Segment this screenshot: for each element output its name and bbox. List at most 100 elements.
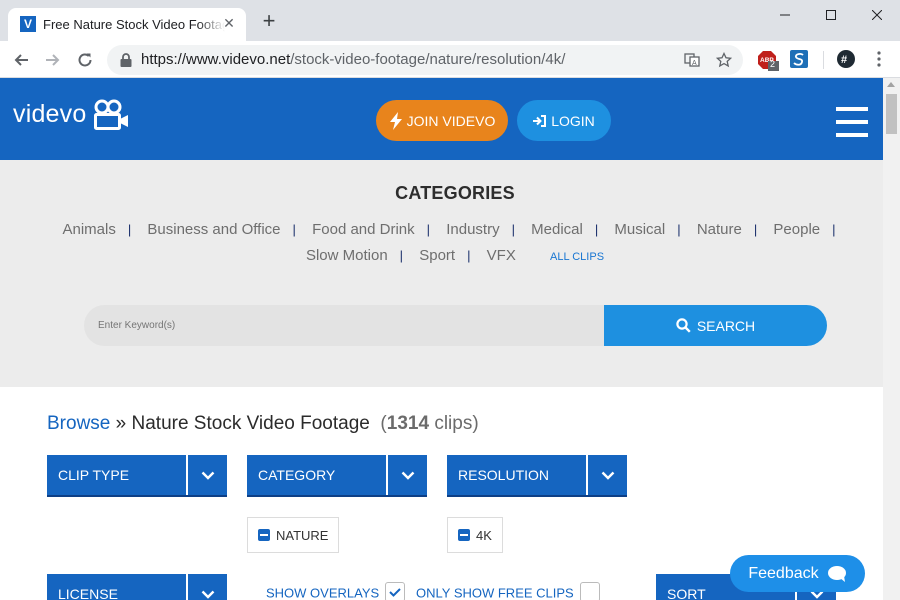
join-videvo-button[interactable]: JOIN VIDEVO [376, 100, 508, 141]
bookmark-star-icon[interactable] [714, 50, 734, 70]
clip-type-dropdown[interactable]: CLIP TYPE [47, 455, 227, 497]
url-host: https://www.videvo.net [141, 51, 291, 68]
forward-arrow-icon [46, 54, 60, 66]
breadcrumb: Browse » Nature Stock Video Footage (131… [47, 413, 479, 435]
page-scrollbar[interactable] [883, 78, 900, 600]
close-window-button[interactable] [854, 0, 900, 30]
category-link-nature[interactable]: Nature [697, 221, 742, 238]
s-extension-icon[interactable] [790, 50, 810, 70]
category-link-business[interactable]: Business and Office [147, 221, 280, 238]
category-link-food[interactable]: Food and Drink [312, 221, 415, 238]
lightning-icon [389, 111, 402, 130]
all-clips-link[interactable]: ALL CLIPS [550, 251, 604, 263]
videvo-favicon-icon: V [20, 16, 36, 32]
active-resolution-value: 4K [476, 527, 492, 543]
reload-icon [78, 53, 92, 67]
keyword-search-input[interactable] [84, 305, 604, 346]
chevron-down-icon [188, 574, 227, 600]
category-label: CATEGORY [258, 467, 336, 483]
url-path: /stock-video-footage/nature/resolution/4… [290, 51, 566, 68]
category-link-sport[interactable]: Sport [419, 247, 455, 264]
back-button[interactable] [8, 47, 34, 73]
checkmark-icon [389, 588, 401, 597]
resolution-dropdown[interactable]: RESOLUTION [447, 455, 627, 497]
only-free-clips-option[interactable]: ONLY SHOW FREE CLIPS [416, 582, 600, 600]
kebab-menu-icon[interactable] [871, 50, 891, 70]
active-filter-chip-4k[interactable]: 4K [447, 517, 503, 553]
video-camera-logo-icon [94, 99, 128, 130]
minimize-window-button[interactable] [762, 0, 808, 30]
tab-close-icon[interactable]: ✕ [220, 14, 238, 32]
scroll-thumb[interactable] [886, 94, 897, 134]
translate-icon[interactable]: A [682, 50, 702, 70]
search-button[interactable]: SEARCH [604, 305, 827, 346]
only-free-clips-checkbox[interactable] [579, 582, 600, 600]
toolbar-divider [823, 51, 824, 69]
chevron-down-icon [388, 455, 427, 495]
active-category-value: NATURE [276, 527, 329, 543]
site-header: videvo JOIN VIDEVO LOGIN [0, 78, 883, 160]
feedback-label: Feedback [748, 564, 819, 582]
url-text: https://www.videvo.net/stock-video-foota… [141, 51, 565, 68]
adblock-extension-icon[interactable]: ABP 2 [758, 50, 779, 71]
category-link-musical[interactable]: Musical [614, 221, 665, 238]
join-label: JOIN VIDEVO [406, 112, 496, 129]
feedback-button[interactable]: Feedback [730, 555, 865, 592]
clip-type-label: CLIP TYPE [58, 467, 130, 483]
breadcrumb-browse-link[interactable]: Browse [47, 413, 110, 434]
category-link-animals[interactable]: Animals [62, 221, 115, 238]
category-link-vfx[interactable]: VFX [487, 247, 516, 264]
only-free-clips-label: ONLY SHOW FREE CLIPS [416, 585, 574, 600]
login-label: LOGIN [551, 112, 595, 129]
search-label: SEARCH [696, 317, 756, 334]
maximize-window-button[interactable] [808, 0, 854, 30]
category-link-medical[interactable]: Medical [531, 221, 583, 238]
profile-avatar[interactable]: # [837, 50, 857, 70]
sign-in-icon [533, 114, 547, 127]
back-arrow-icon [14, 54, 28, 66]
reload-button[interactable] [72, 47, 98, 73]
browser-tab-bar: V Free Nature Stock Video Footage ✕ + [0, 0, 900, 41]
breadcrumb-separator: » [115, 413, 127, 434]
videvo-logo-text[interactable]: videvo [13, 100, 86, 129]
chat-bubble-icon [827, 565, 846, 582]
category-link-people[interactable]: People [773, 221, 820, 238]
category-link-industry[interactable]: Industry [446, 221, 499, 238]
show-overlays-checkbox[interactable] [385, 582, 406, 600]
svg-text:#: # [841, 54, 847, 66]
search-icon [676, 318, 691, 333]
category-link-slow-motion[interactable]: Slow Motion [306, 247, 388, 264]
remove-filter-icon[interactable] [458, 529, 470, 541]
active-filter-chip-nature[interactable]: NATURE [247, 517, 340, 553]
forward-button[interactable] [40, 47, 66, 73]
categories-title: CATEGORIES [395, 183, 515, 203]
license-label: LICENSE [58, 586, 118, 600]
chevron-down-icon [588, 455, 627, 495]
address-bar[interactable]: https://www.videvo.net/stock-video-foota… [107, 45, 743, 75]
page-title: Nature Stock Video Footage [131, 413, 370, 434]
scroll-up-arrow-icon[interactable] [887, 82, 895, 87]
clip-count-number: 1314 [386, 413, 430, 434]
browser-tab[interactable]: V Free Nature Stock Video Footage ✕ [8, 8, 246, 41]
lock-icon [120, 53, 132, 67]
remove-filter-icon[interactable] [258, 529, 270, 541]
adblock-badge: 2 [770, 59, 776, 69]
sort-label: SORT [667, 586, 706, 600]
categories-row-2: Slow Motion | Sport | VFX ALL CLIPS [305, 247, 605, 264]
clip-count-unit: clips [434, 413, 473, 434]
svg-text:A: A [692, 60, 697, 67]
clip-count: (1314 clips) [375, 413, 479, 434]
categories-section: CATEGORIES Animals | Business and Office |… [0, 160, 883, 387]
resolution-label: RESOLUTION [458, 467, 550, 483]
tab-title: Free Nature Stock Video Footage [43, 17, 225, 32]
hamburger-menu-icon[interactable] [836, 107, 868, 137]
chevron-down-icon [188, 455, 227, 495]
browser-toolbar: https://www.videvo.net/stock-video-foota… [0, 41, 900, 78]
categories-row-1: Animals | Business and Office | Food and D… [62, 221, 836, 238]
show-overlays-label: SHOW OVERLAYS [266, 585, 380, 600]
login-button[interactable]: LOGIN [517, 100, 611, 141]
category-dropdown[interactable]: CATEGORY [247, 455, 427, 497]
new-tab-icon[interactable]: + [258, 10, 280, 32]
show-overlays-option[interactable]: SHOW OVERLAYS [266, 582, 406, 600]
license-dropdown[interactable]: LICENSE [47, 574, 227, 600]
